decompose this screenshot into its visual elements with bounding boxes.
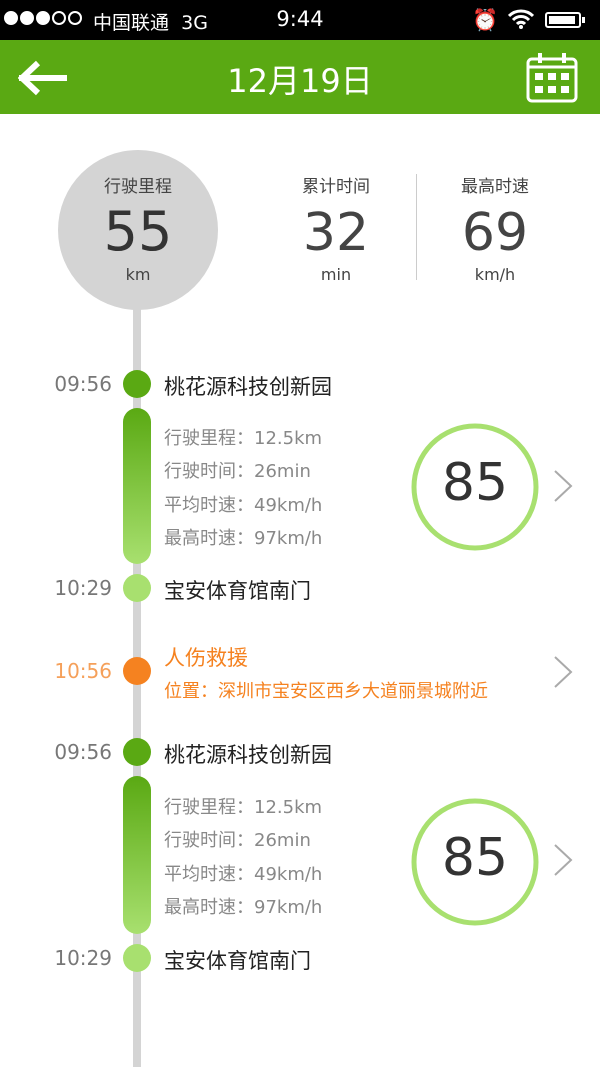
alert-time: 10:56 — [54, 659, 112, 683]
distance-summary: 行驶里程 55 km — [58, 150, 218, 310]
alarm-icon: ⏰ — [472, 8, 499, 32]
trip-detail-duration: 行驶时间：26min — [164, 461, 311, 482]
nav-bar: 12月19日 — [0, 40, 600, 114]
summary-divider — [416, 174, 417, 280]
trip-end-place: 宝安体育馆南门 — [164, 579, 311, 603]
trip-detail-distance: 行驶里程：12.5km — [164, 797, 323, 818]
trip-start-place: 桃花源科技创新园 — [164, 743, 332, 767]
trip-progress-bar — [123, 776, 151, 934]
trip-score: 85 — [441, 828, 509, 888]
trip-end-time: 10:29 — [54, 576, 112, 600]
max-speed-value: 69 — [461, 203, 529, 263]
max-speed-summary: 最高时速 69 km/h — [420, 172, 570, 284]
status-bar: 中国联通 3G 9:44 ⏰ — [0, 0, 600, 40]
calendar-icon[interactable] — [526, 53, 578, 103]
trip-detail-duration: 行驶时间：26min — [164, 830, 311, 851]
wifi-icon — [508, 9, 534, 29]
chevron-right-icon[interactable] — [552, 654, 574, 690]
trip-start-place: 桃花源科技创新园 — [164, 375, 332, 399]
duration-label: 累计时间 — [302, 177, 370, 197]
trip-detail-max-speed: 最高时速：97km/h — [164, 897, 323, 918]
trip-end-time: 10:29 — [54, 946, 112, 970]
duration-summary: 累计时间 32 min — [261, 172, 411, 284]
trip-score: 85 — [441, 453, 509, 513]
trip-detail-distance: 行驶里程：12.5km — [164, 428, 323, 449]
duration-unit: min — [320, 265, 352, 284]
trip-detail-max-speed: 最高时速：97km/h — [164, 528, 323, 549]
trip-end-place: 宝安体育馆南门 — [164, 949, 311, 973]
distance-unit: km — [125, 265, 151, 284]
trip-end-dot — [123, 944, 151, 972]
trip-detail-avg-speed: 平均时速：49km/h — [164, 864, 323, 885]
distance-label: 行驶里程 — [104, 177, 172, 197]
trip-detail-avg-speed: 平均时速：49km/h — [164, 495, 323, 516]
max-speed-label: 最高时速 — [461, 177, 529, 197]
trip-start-dot — [123, 738, 151, 766]
max-speed-unit: km/h — [474, 265, 516, 284]
trip-end-dot — [123, 574, 151, 602]
trip-start-dot — [123, 370, 151, 398]
trip-start-time: 09:56 — [54, 740, 112, 764]
battery-icon — [545, 12, 585, 28]
alert-dot — [123, 657, 151, 685]
chevron-right-icon[interactable] — [552, 468, 574, 504]
chevron-right-icon[interactable] — [552, 842, 574, 878]
page-title: 12月19日 — [227, 62, 373, 100]
trip-progress-bar — [123, 408, 151, 564]
distance-value: 55 — [103, 200, 173, 263]
duration-value: 32 — [302, 203, 370, 263]
trip-start-time: 09:56 — [54, 372, 112, 396]
alert-title: 人伤救援 — [164, 646, 248, 670]
alert-location: 位置：深圳市宝安区西乡大道丽景城附近 — [164, 681, 488, 702]
